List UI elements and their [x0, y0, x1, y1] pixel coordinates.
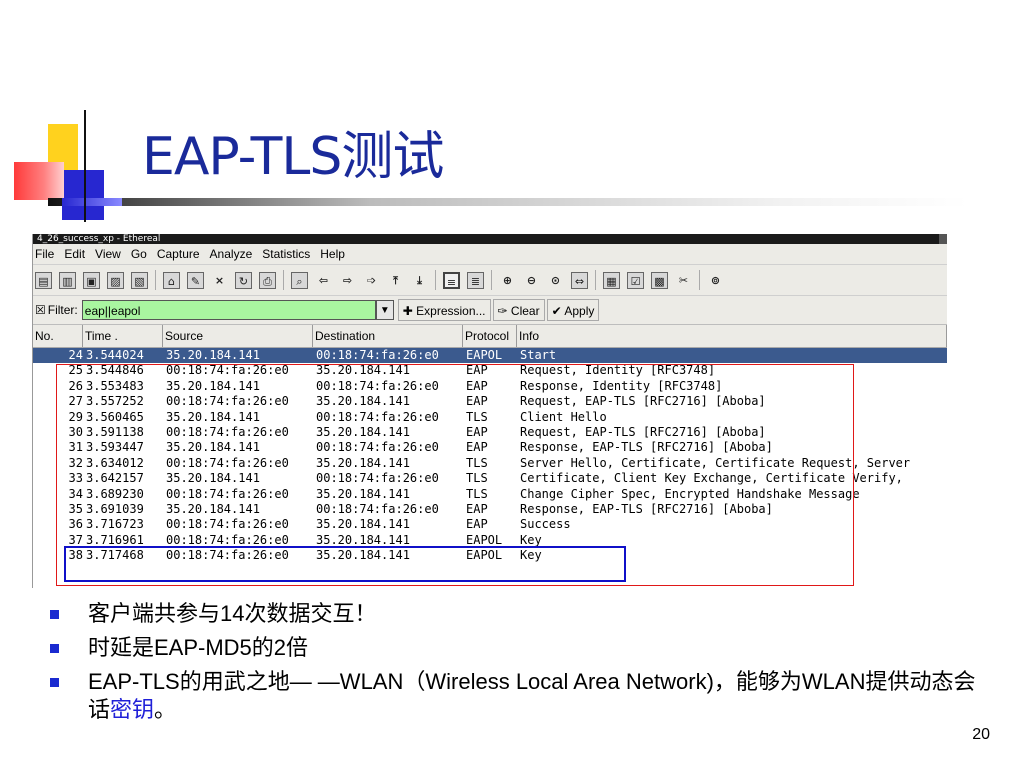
menu-view[interactable]: View — [95, 247, 121, 261]
title-underline-accent — [62, 198, 122, 206]
toolbar-separator — [699, 270, 700, 290]
bullet-item: 时延是EAP-MD5的2倍 — [50, 634, 980, 662]
menu-analyze[interactable]: Analyze — [210, 247, 253, 261]
column-header-destination[interactable]: Destination — [313, 325, 463, 347]
column-header-no[interactable]: No. — [33, 325, 83, 347]
checkmark-icon: ✔ — [551, 304, 565, 318]
clear-button-label: Clear — [510, 304, 540, 318]
toolbar-separator — [595, 270, 596, 290]
colorize-icon[interactable]: ≡ — [443, 271, 460, 289]
preferences-icon[interactable]: ✂ — [675, 272, 692, 289]
restart-capture-icon[interactable]: ▧ — [131, 271, 148, 289]
decor-red-block — [14, 162, 64, 200]
toolbar-separator — [435, 270, 436, 290]
open-file-icon[interactable]: ⌂ — [163, 271, 180, 289]
filter-bar: ☒ Filter: eap||eapol ▼ ✚ Expression... ✑… — [33, 296, 947, 325]
packet-no: 24 — [68, 348, 83, 362]
menu-edit[interactable]: Edit — [64, 247, 85, 261]
toolbar-separator — [283, 270, 284, 290]
key-link[interactable]: 密钥 — [110, 697, 154, 722]
filter-input[interactable]: eap||eapol — [81, 300, 376, 320]
packet-source: 35.20.184.141 — [166, 348, 260, 362]
broom-icon: ✑ — [497, 304, 511, 318]
packet-protocol: EAPOL — [466, 348, 503, 362]
packet-info: Start — [520, 348, 557, 362]
plus-icon: ✚ — [402, 304, 417, 318]
go-forward-icon[interactable]: ⇨ — [339, 272, 356, 289]
clear-button[interactable]: ✑ Clear — [492, 299, 545, 321]
bullet-list: 客户端共参与14次数据交互！ 时延是EAP-MD5的2倍 EAP-TLS的用武之… — [50, 600, 980, 730]
menu-go[interactable]: Go — [131, 247, 147, 261]
menu-statistics[interactable]: Statistics — [262, 247, 310, 261]
capture-filters-icon[interactable]: ▦ — [603, 271, 620, 289]
expression-button-label: Expression... — [416, 304, 486, 318]
apply-button[interactable]: ✔ Apply — [546, 299, 600, 321]
toolbar-separator — [491, 270, 492, 290]
main-toolbar: ▤ ▥ ▣ ▨ ▧ ⌂ ✎ × ↻ ⎙ ⌕ ⇦ ⇨ ➩ ⤒ ⤓ ≡ ≣ ⊕ ⊖ … — [33, 265, 947, 296]
packet-list-header: No. Time . Source Destination Protocol I… — [33, 325, 947, 348]
highlight-box-blue — [64, 546, 626, 582]
menu-capture[interactable]: Capture — [157, 247, 200, 261]
capture-options-icon[interactable]: ▥ — [59, 271, 76, 289]
filter-label-text: Filter: — [47, 303, 78, 317]
zoom-out-icon[interactable]: ⊖ — [523, 272, 540, 289]
expression-button[interactable]: ✚ Expression... — [397, 299, 491, 321]
bullet-text-end: 。 — [154, 697, 177, 722]
menu-bar: File Edit View Go Capture Analyze Statis… — [33, 244, 947, 265]
window-title: 4_26_success_xp - Ethereal — [37, 234, 161, 244]
interface-list-icon[interactable]: ▤ — [35, 271, 52, 289]
autoscroll-icon[interactable]: ≣ — [467, 271, 484, 289]
start-capture-icon[interactable]: ▣ — [83, 271, 100, 289]
bullet-item: EAP-TLS的用武之地— —WLAN（Wireless Local Area … — [50, 668, 980, 724]
packet-destination: 00:18:74:fa:26:e0 — [316, 348, 439, 362]
display-filters-icon[interactable]: ☑ — [627, 271, 644, 289]
save-file-icon[interactable]: ✎ — [187, 271, 204, 289]
filter-label-button[interactable]: ☒ Filter: — [35, 303, 78, 317]
bullet-item: 客户端共参与14次数据交互！ — [50, 600, 980, 628]
packet-row[interactable]: 24 3.544024 35.20.184.141 00:18:74:fa:26… — [33, 348, 947, 364]
close-file-icon[interactable]: × — [211, 272, 228, 289]
slide-title: EAP-TLS测试 — [142, 127, 444, 187]
column-header-protocol[interactable]: Protocol — [463, 325, 517, 347]
bullet-square-icon — [50, 644, 59, 653]
packet-time: 3.544024 — [86, 348, 144, 362]
column-header-time[interactable]: Time . — [83, 325, 163, 347]
window-titlebar: 4_26_success_xp - Ethereal — [33, 234, 947, 244]
window-close-icon[interactable] — [939, 234, 947, 244]
go-to-packet-icon[interactable]: ➩ — [363, 272, 380, 289]
bullet-text: 客户端共参与14次数据交互！ — [88, 601, 377, 626]
go-back-icon[interactable]: ⇦ — [315, 272, 332, 289]
column-header-info[interactable]: Info — [517, 325, 947, 347]
page-number: 20 — [972, 726, 990, 743]
menu-file[interactable]: File — [35, 247, 54, 261]
apply-button-label: Apply — [564, 304, 595, 318]
bullet-text: EAP-TLS的用武之地— —WLAN（Wireless Local Area … — [88, 669, 976, 722]
title-underline — [48, 198, 968, 206]
stop-capture-icon[interactable]: ▨ — [107, 271, 124, 289]
coloring-rules-icon[interactable]: ▩ — [651, 271, 668, 289]
filter-dropdown-icon[interactable]: ▼ — [375, 300, 394, 320]
help-icon[interactable]: ⊚ — [707, 272, 724, 289]
resize-columns-icon[interactable]: ⇔ — [571, 271, 588, 289]
bullet-square-icon — [50, 610, 59, 619]
toolbar-separator — [155, 270, 156, 290]
decor-vertical-line — [84, 110, 86, 222]
decor-blue-block — [62, 170, 104, 220]
column-header-source[interactable]: Source — [163, 325, 313, 347]
print-icon[interactable]: ⎙ — [259, 271, 276, 289]
go-first-icon[interactable]: ⤒ — [387, 272, 404, 289]
bullet-square-icon — [50, 678, 59, 687]
bullet-text: 时延是EAP-MD5的2倍 — [88, 635, 309, 660]
menu-help[interactable]: Help — [320, 247, 345, 261]
go-last-icon[interactable]: ⤓ — [411, 272, 428, 289]
zoom-in-icon[interactable]: ⊕ — [499, 272, 516, 289]
find-packet-icon[interactable]: ⌕ — [291, 271, 308, 289]
zoom-normal-icon[interactable]: ⊙ — [547, 272, 564, 289]
filter-icon: ☒ — [35, 303, 46, 317]
reload-icon[interactable]: ↻ — [235, 271, 252, 289]
